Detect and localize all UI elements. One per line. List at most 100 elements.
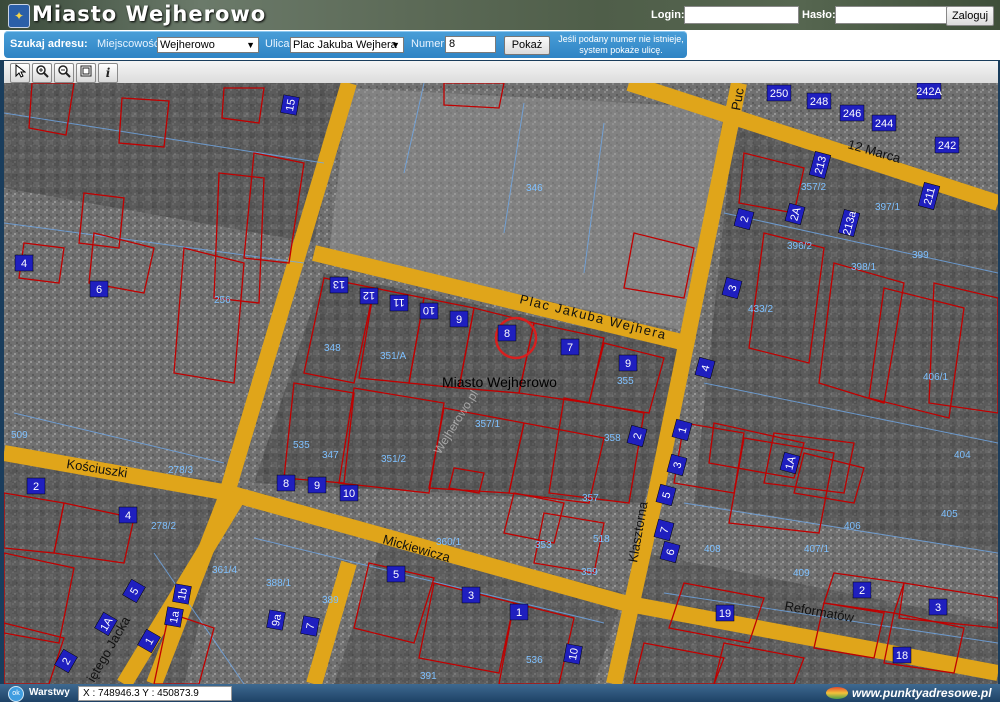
show-button[interactable]: Pokaż <box>504 36 550 55</box>
address-number: 9 <box>625 358 631 370</box>
address-number: 246 <box>843 108 861 120</box>
address-number-badge: 4 <box>118 506 138 524</box>
search-label: Szukaj adresu: <box>10 38 88 50</box>
number-input[interactable]: 8 <box>445 36 496 53</box>
address-number-badge: 9a <box>266 609 286 631</box>
map-view[interactable]: Plac Jakuba Wejhera 12 Marca Kościuszki … <box>4 83 998 684</box>
layers-icon[interactable]: ok <box>8 686 24 702</box>
login-button[interactable]: Zaloguj <box>946 6 994 26</box>
layers-button[interactable]: Warstwy <box>29 687 70 698</box>
parcel-number: 509 <box>11 430 28 441</box>
address-number-badge: 3 <box>461 586 481 604</box>
address-number-badge: 10 <box>563 643 583 665</box>
address-number: 242A <box>916 86 942 98</box>
parcel-number: 389 <box>322 595 339 606</box>
municipality-select[interactable]: Wejherowo ▼ <box>157 37 259 53</box>
parcel-number: 348 <box>324 343 341 354</box>
parcel-number: 359 <box>581 567 598 578</box>
address-number-badge: 246 <box>839 104 865 122</box>
address-number: 242 <box>938 140 956 152</box>
address-number: 2 <box>859 585 865 597</box>
parcel-number: 346 <box>526 183 543 194</box>
address-search-bar: Szukaj adresu: Miejscowość Wejherowo ▼ U… <box>0 30 1000 60</box>
password-label: Hasło: <box>802 9 836 21</box>
login-input[interactable] <box>684 6 799 24</box>
address-number-badge: 15 <box>280 94 300 116</box>
search-hint: Jeśli podany numer nie istnieje, system … <box>556 34 686 56</box>
header-bar: ✦ Miasto Wejherowo Login: Hasło: Zaloguj <box>0 0 1000 30</box>
address-number-badge: 2 <box>26 477 46 495</box>
address-number: 19 <box>719 608 731 620</box>
parcel-number: 388/1 <box>266 578 291 589</box>
coordinates-readout: X : 748946.3 Y : 450873.9 <box>78 686 232 701</box>
address-number: 13 <box>333 278 345 290</box>
address-number: 3 <box>468 590 474 602</box>
chevron-down-icon: ▼ <box>246 40 255 50</box>
municipality-label: Miejscowość <box>97 38 160 50</box>
parcel-number: 353 <box>535 540 552 551</box>
address-number: 3 <box>935 602 941 614</box>
address-number-badge: 8 <box>276 474 296 492</box>
parcel-number: 536 <box>526 655 543 666</box>
municipality-value: Wejherowo <box>160 39 215 51</box>
parcel-number: 407/1 <box>804 544 829 555</box>
address-number: 7 <box>567 342 573 354</box>
parcel-number: 361/4 <box>212 565 237 576</box>
brand-link[interactable]: www.punktyadresowe.pl <box>852 686 992 700</box>
pointer-icon[interactable] <box>10 63 30 83</box>
address-number: 1 <box>516 607 522 619</box>
zoom-out-icon[interactable] <box>54 63 74 83</box>
address-number: 12 <box>363 289 375 301</box>
address-number: 10 <box>423 304 435 316</box>
parcel-number: 404 <box>954 450 971 461</box>
street-select[interactable]: Plac Jakuba Wejhera ▼ <box>290 37 404 53</box>
address-number: 18 <box>896 650 908 662</box>
address-number-badge: 244 <box>871 114 897 132</box>
address-number-badge: 9 <box>307 476 327 494</box>
parcel-number: 409 <box>793 568 810 579</box>
parcel-number: 278/2 <box>151 521 176 532</box>
parcel-number: 398/1 <box>851 262 876 273</box>
address-number-badge: 1b <box>172 583 192 605</box>
full-extent-icon[interactable] <box>76 63 96 83</box>
address-number-badge: 10 <box>419 302 439 320</box>
address-number: 4 <box>21 258 27 270</box>
address-number-badge: 10 <box>339 484 359 502</box>
zoom-in-icon[interactable] <box>32 63 52 83</box>
parcel-number: 408 <box>704 544 721 555</box>
address-number: 8 <box>504 328 510 340</box>
address-number-badge: 13 <box>329 276 349 294</box>
password-input[interactable] <box>835 6 950 24</box>
town-label: Miasto Wejherowo <box>442 374 557 390</box>
street-label: Ulica <box>265 38 290 50</box>
info-icon[interactable]: i <box>98 63 118 83</box>
address-number: 1b <box>176 587 190 601</box>
parcel-number: 406/1 <box>923 372 948 383</box>
parcel-number: 256 <box>214 295 231 306</box>
address-number: 244 <box>875 118 893 130</box>
map-canvas[interactable]: Plac Jakuba Wejhera 12 Marca Kościuszki … <box>4 83 998 684</box>
address-number-badge: 6 <box>89 280 109 298</box>
address-search-panel: Szukaj adresu: Miejscowość Wejherowo ▼ U… <box>4 31 687 58</box>
address-number: 2 <box>33 481 39 493</box>
address-number-badge: 1 <box>509 603 529 621</box>
hint-line-2: system pokaże ulicę. <box>579 45 663 55</box>
parcel-number: 351/2 <box>381 454 406 465</box>
address-number: 248 <box>810 96 828 108</box>
parcel-number: 396/2 <box>787 241 812 252</box>
parcel-number: 518 <box>593 534 610 545</box>
address-number-badge: 11 <box>389 294 409 312</box>
address-number: 6 <box>96 284 102 296</box>
site-title: Miasto Wejherowo <box>32 2 267 26</box>
address-number-badge: 3 <box>928 598 948 616</box>
address-number: 8 <box>283 478 289 490</box>
address-number-badge: 9 <box>449 310 469 328</box>
parcel-number: 535 <box>293 440 310 451</box>
parcel-number: 399 <box>912 250 929 261</box>
parcel-number: 358 <box>604 433 621 444</box>
address-number-badge: 242 <box>934 136 960 154</box>
address-number-badge: 12 <box>359 287 379 305</box>
brand-logo-icon <box>826 687 848 699</box>
hint-line-1: Jeśli podany numer nie istnieje, <box>558 34 684 44</box>
address-number-badge: 248 <box>806 92 832 110</box>
